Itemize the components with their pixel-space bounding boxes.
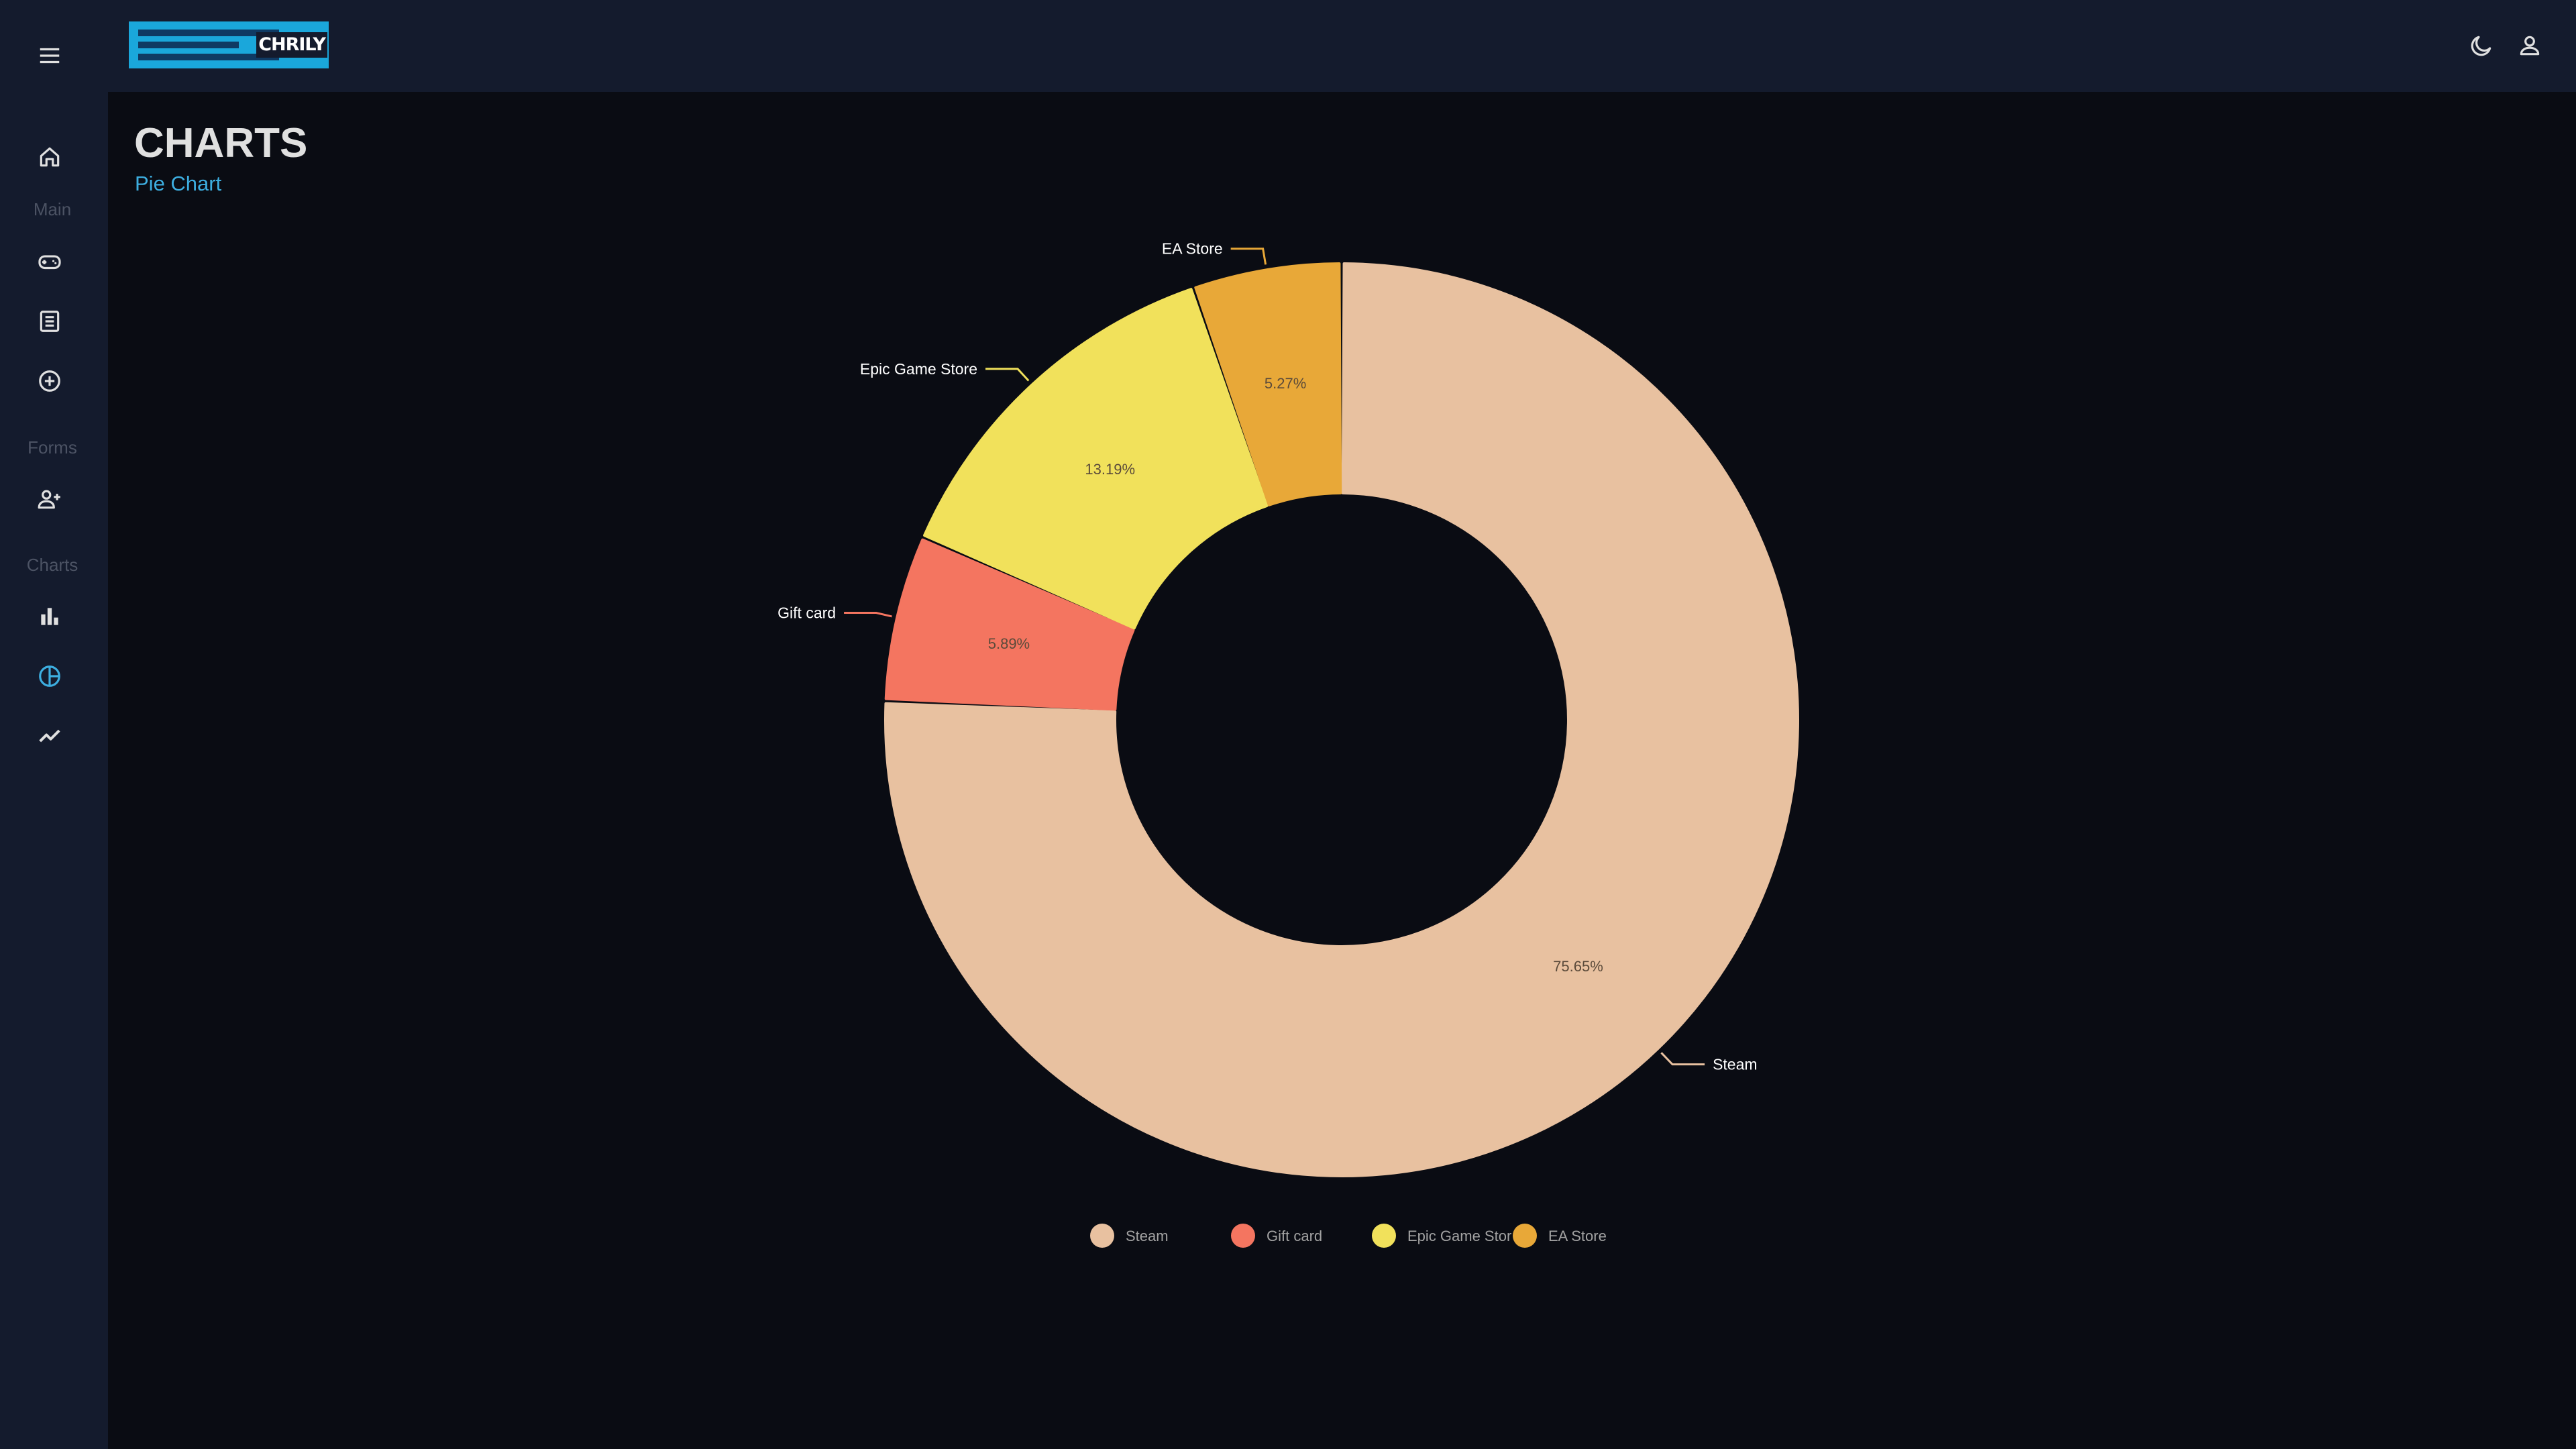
arc-label-gift-card: Gift card — [777, 604, 836, 622]
legend-label-steam[interactable]: Steam — [1126, 1228, 1169, 1244]
value-label-epic-game-store: 13.19% — [1085, 461, 1135, 478]
legend-swatch-epic-game-store[interactable] — [1372, 1224, 1396, 1248]
pie-chart: 75.65% Steam 5.89% Gift card 13.19% Epic Game… — [777, 240, 1799, 1248]
arc-label-ea-store: EA Store — [1162, 240, 1223, 258]
arc-label-steam: Steam — [1713, 1056, 1757, 1073]
value-label-steam: 75.65% — [1553, 958, 1603, 975]
link-line-steam — [1660, 1052, 1705, 1066]
legend-label-gift-card[interactable]: Gift card — [1267, 1228, 1322, 1244]
legend-swatch-gift-card[interactable] — [1231, 1224, 1255, 1248]
link-line-gift-card — [844, 612, 892, 618]
legend-label-ea-store[interactable]: EA Store — [1548, 1228, 1607, 1244]
legend-label-epic-game-store[interactable]: Epic Game Stor — [1407, 1228, 1511, 1244]
link-line-ea-store — [1230, 248, 1267, 265]
value-label-gift-card: 5.89% — [988, 635, 1030, 652]
legend-swatch-steam[interactable] — [1090, 1224, 1114, 1248]
link-line-epic-game-store — [985, 368, 1030, 382]
value-label-ea-store: 5.27% — [1265, 375, 1306, 392]
legend-swatch-ea-store[interactable] — [1513, 1224, 1537, 1248]
arc-label-epic-game-store: Epic Game Store — [860, 360, 977, 378]
